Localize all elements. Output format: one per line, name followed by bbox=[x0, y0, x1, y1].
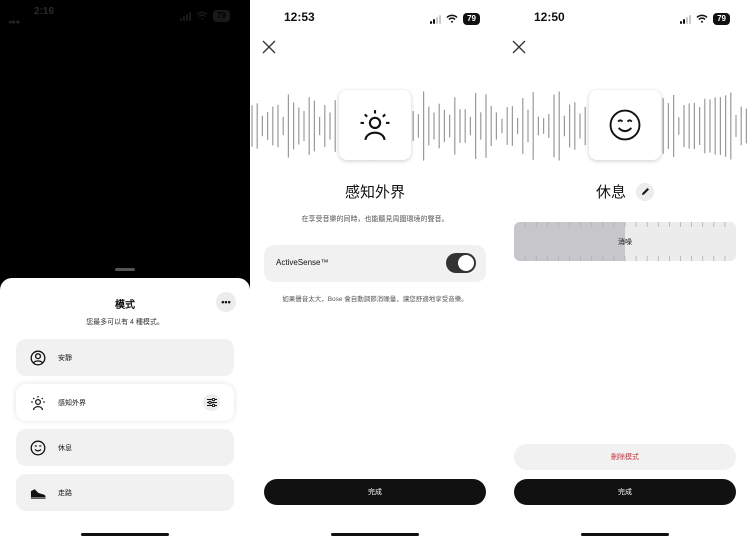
mode-hero-card bbox=[339, 90, 411, 160]
status-back-glyph: ◂●● bbox=[8, 19, 20, 26]
status-bar: 12:53 79 bbox=[250, 0, 500, 34]
status-indicators: 79 bbox=[180, 7, 230, 25]
status-bar: 12:50 79 bbox=[500, 0, 750, 34]
sheet-grabber[interactable] bbox=[115, 268, 135, 271]
mode-title-row: 休息 bbox=[500, 181, 750, 202]
activesense-setting: ActiveSense™ bbox=[264, 245, 486, 282]
slider-label: 消噪 bbox=[618, 239, 632, 246]
signal-icon bbox=[680, 14, 692, 24]
edit-name-button[interactable] bbox=[636, 182, 654, 201]
mode-row-rest[interactable]: 休息 bbox=[16, 429, 234, 466]
status-bar: 2:16 ◂●● 79 bbox=[0, 0, 250, 34]
modes-list-screen: 2:16 ◂●● 79 模式 ••• 您最多可以有 4 種模式。 安靜 感知外界 bbox=[0, 0, 250, 541]
wifi-icon bbox=[196, 7, 208, 25]
mode-detail-rest-screen: 12:50 79 休息 消噪 刪除模式 完成 bbox=[500, 0, 750, 541]
close-icon[interactable] bbox=[262, 40, 276, 54]
mode-label: 感知外界 bbox=[58, 399, 86, 407]
mode-row-quiet[interactable]: 安靜 bbox=[16, 339, 234, 376]
mode-label: 走路 bbox=[58, 489, 72, 497]
toggle-knob bbox=[458, 255, 474, 271]
adjust-settings-button[interactable] bbox=[203, 394, 220, 411]
mode-label: 安靜 bbox=[58, 354, 72, 362]
shoe-icon bbox=[30, 485, 46, 501]
done-button[interactable]: 完成 bbox=[264, 479, 486, 505]
mode-title: 休息 bbox=[595, 184, 626, 201]
mode-detail-aware-screen: 12:53 79 感知外界 在享受音樂的同時，也能聽見周圍環境的聲音。 Acti… bbox=[250, 0, 500, 541]
more-options-button[interactable]: ••• bbox=[216, 292, 236, 312]
home-indicator bbox=[581, 533, 669, 536]
aware-icon bbox=[30, 395, 46, 411]
smile-icon bbox=[609, 109, 641, 141]
activesense-note: 如果聲音太大，Bose 會自動調節消噪量，讓您舒適地享受音樂。 bbox=[282, 296, 468, 303]
more-icon: ••• bbox=[221, 296, 231, 307]
battery-indicator: 79 bbox=[463, 13, 480, 25]
done-button[interactable]: 完成 bbox=[514, 479, 736, 505]
battery-indicator: 79 bbox=[713, 13, 730, 25]
mode-title: 感知外界 bbox=[344, 184, 405, 201]
delete-mode-button[interactable]: 刪除模式 bbox=[514, 444, 736, 470]
smile-icon bbox=[30, 440, 46, 456]
mode-row-walk[interactable]: 走路 bbox=[16, 474, 234, 511]
signal-icon bbox=[180, 11, 192, 21]
mode-hero-card bbox=[589, 90, 661, 160]
aware-icon bbox=[360, 110, 390, 141]
status-time: 2:16 bbox=[34, 6, 55, 17]
status-time: 12:53 bbox=[284, 10, 315, 24]
status-time: 12:50 bbox=[534, 10, 565, 24]
sheet-subtitle: 您最多可以有 4 種模式。 bbox=[86, 319, 164, 326]
quiet-icon bbox=[30, 350, 46, 366]
sliders-icon bbox=[206, 398, 217, 407]
mode-description: 在享受音樂的同時，也能聽見周圍環境的聲音。 bbox=[301, 216, 449, 223]
noise-cancel-slider[interactable]: 消噪 bbox=[514, 222, 736, 261]
sheet-title: 模式 bbox=[115, 300, 135, 311]
modes-sheet: 模式 ••• 您最多可以有 4 種模式。 安靜 感知外界 休息 走路 bbox=[0, 278, 250, 541]
battery-indicator: 79 bbox=[213, 10, 230, 22]
activesense-toggle[interactable] bbox=[446, 253, 476, 273]
mode-row-aware[interactable]: 感知外界 bbox=[16, 384, 234, 421]
status-indicators: 79 bbox=[430, 10, 480, 28]
activesense-label: ActiveSense™ bbox=[276, 258, 329, 267]
status-indicators: 79 bbox=[680, 10, 730, 28]
home-indicator bbox=[331, 533, 419, 536]
signal-icon bbox=[430, 14, 442, 24]
wifi-icon bbox=[446, 10, 458, 28]
mode-label: 休息 bbox=[58, 444, 72, 452]
home-indicator bbox=[81, 533, 169, 536]
pencil-icon bbox=[641, 188, 649, 195]
close-icon[interactable] bbox=[512, 40, 526, 54]
wifi-icon bbox=[696, 10, 708, 28]
